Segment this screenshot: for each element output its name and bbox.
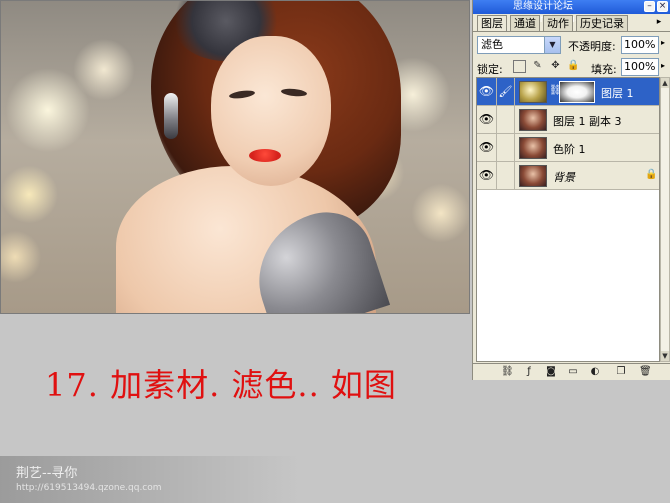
layer-row-layer1-copy3[interactable]: 👁 图层 1 副本 3 bbox=[477, 106, 659, 134]
tab-channels[interactable]: 通道 bbox=[510, 15, 540, 31]
panel-tabs: 图层 通道 动作 历史记录 bbox=[477, 15, 667, 32]
trash-icon[interactable]: 🗑 bbox=[639, 366, 652, 378]
close-icon[interactable]: × bbox=[657, 1, 668, 12]
panel-menu-arrow-icon[interactable]: ▸ bbox=[653, 15, 665, 29]
lock-label: 锁定: bbox=[477, 63, 503, 76]
eye-icon[interactable]: 👁 bbox=[477, 106, 497, 133]
brush-icon[interactable]: 🖌 bbox=[497, 78, 515, 105]
link-cell[interactable] bbox=[497, 106, 515, 133]
layer-thumbnail bbox=[519, 165, 547, 187]
layer-row-levels1[interactable]: 👁 色阶 1 bbox=[477, 134, 659, 162]
panel-titlebar[interactable]: 思缘设计论坛 www.missyuan.com – × bbox=[473, 0, 670, 25]
blend-mode-select[interactable]: 滤色 ▼ bbox=[477, 36, 561, 54]
minimize-icon[interactable]: – bbox=[644, 1, 655, 12]
layer-name: 图层 1 副本 3 bbox=[553, 115, 622, 128]
tab-history[interactable]: 历史记录 bbox=[576, 15, 628, 31]
lock-paint-icon[interactable]: ✎ bbox=[531, 60, 544, 73]
eye-icon[interactable]: 👁 bbox=[477, 78, 497, 105]
layer-name: 背景 bbox=[553, 171, 575, 184]
link-cell[interactable] bbox=[497, 134, 515, 161]
eye-icon[interactable]: 👁 bbox=[477, 162, 497, 189]
fill-label: 填充: bbox=[591, 63, 617, 76]
layer-thumbnail bbox=[519, 137, 547, 159]
opacity-input[interactable]: 100% bbox=[621, 36, 659, 54]
layer-style-icon[interactable]: ƒ bbox=[523, 366, 535, 378]
photo-lips bbox=[249, 149, 281, 162]
photo-face bbox=[211, 36, 331, 186]
layers-scrollbar[interactable]: ▲ ▼ bbox=[660, 77, 670, 362]
link-cell[interactable] bbox=[497, 162, 515, 189]
watermark-url: http://619513494.qzone.qq.com bbox=[16, 483, 162, 493]
layer-thumbnail bbox=[519, 109, 547, 131]
layers-list: 👁 🖌 ⛓ 图层 1 👁 图层 1 副本 3 👁 色阶 1 👁 背景 🔒 bbox=[476, 77, 660, 362]
opacity-label: 不透明度: bbox=[568, 40, 616, 53]
opacity-stepper-icon[interactable]: ▸ bbox=[661, 38, 669, 47]
tab-actions[interactable]: 动作 bbox=[543, 15, 573, 31]
chevron-down-icon[interactable]: ▼ bbox=[544, 37, 560, 53]
lock-icon: 🔒 bbox=[645, 169, 658, 180]
lock-all-icon[interactable]: 🔒 bbox=[567, 60, 580, 73]
lock-move-icon[interactable]: ✥ bbox=[549, 60, 562, 73]
blend-mode-value: 滤色 bbox=[481, 38, 503, 51]
layer-name: 色阶 1 bbox=[553, 143, 586, 156]
layers-bottom-bar: ⛓ ƒ ◙ ▭ ◐ ❐ 🗑 bbox=[473, 363, 670, 380]
tab-divider bbox=[473, 31, 670, 32]
watermark-name: 荆艺--寻你 bbox=[16, 466, 78, 481]
link-layers-icon[interactable]: ⛓ bbox=[501, 366, 514, 378]
eye-icon[interactable]: 👁 bbox=[477, 134, 497, 161]
adjustment-layer-icon[interactable]: ◐ bbox=[589, 366, 601, 378]
fill-stepper-icon[interactable]: ▸ bbox=[661, 61, 669, 70]
add-mask-icon[interactable]: ◙ bbox=[545, 366, 557, 378]
canvas-photo bbox=[0, 0, 470, 314]
layer-thumbnail bbox=[519, 81, 547, 103]
new-layer-icon[interactable]: ❐ bbox=[615, 366, 627, 378]
photo-earring bbox=[164, 93, 178, 139]
scroll-up-icon[interactable]: ▲ bbox=[661, 78, 669, 88]
layer-name: 图层 1 bbox=[601, 87, 634, 100]
scroll-down-icon[interactable]: ▼ bbox=[661, 351, 669, 361]
tab-layers[interactable]: 图层 bbox=[477, 15, 507, 32]
layer-row-layer1[interactable]: 👁 🖌 ⛓ 图层 1 bbox=[477, 78, 659, 106]
fill-input[interactable]: 100% bbox=[621, 58, 659, 76]
step-caption: 17. 加素材. 滤色.. 如图 bbox=[45, 366, 397, 404]
layer-mask-thumbnail[interactable] bbox=[559, 81, 595, 103]
lock-transparent-icon[interactable] bbox=[513, 60, 526, 73]
new-group-icon[interactable]: ▭ bbox=[567, 366, 579, 378]
layer-row-background[interactable]: 👁 背景 🔒 bbox=[477, 162, 659, 190]
layers-panel: 思缘设计论坛 www.missyuan.com – × 图层 通道 动作 历史记… bbox=[472, 0, 670, 380]
